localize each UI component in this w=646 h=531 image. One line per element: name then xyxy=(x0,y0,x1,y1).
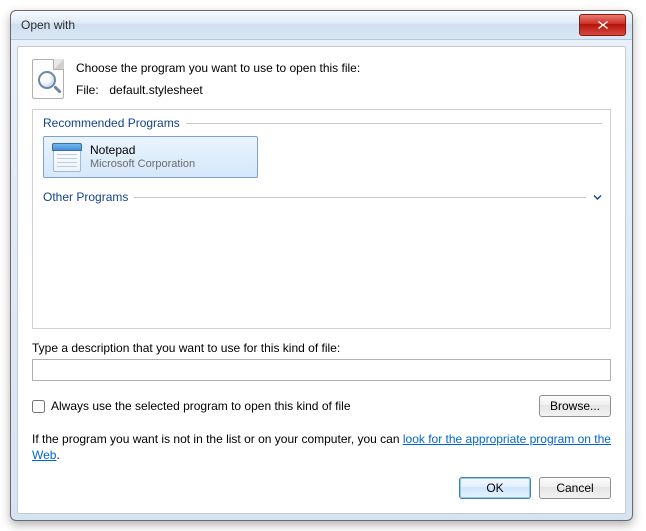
notepad-icon xyxy=(50,141,82,173)
program-vendor: Microsoft Corporation xyxy=(90,158,195,170)
cancel-button[interactable]: Cancel xyxy=(539,477,611,499)
choose-label: Choose the program you want to use to op… xyxy=(76,61,360,75)
other-label: Other Programs xyxy=(43,190,128,204)
chevron-down-icon[interactable] xyxy=(592,192,602,202)
close-icon xyxy=(597,20,609,30)
client-area: Choose the program you want to use to op… xyxy=(17,46,626,514)
ok-button[interactable]: OK xyxy=(459,477,531,499)
help-text: If the program you want is not in the li… xyxy=(32,431,611,463)
other-header[interactable]: Other Programs xyxy=(33,184,610,208)
help-suffix: . xyxy=(56,448,59,462)
description-label: Type a description that you want to use … xyxy=(32,341,611,355)
program-name: Notepad xyxy=(90,144,195,157)
intro-text: Choose the program you want to use to op… xyxy=(76,59,360,99)
open-with-dialog: Open with Choose the program you want to… xyxy=(10,10,633,521)
recommended-label: Recommended Programs xyxy=(43,116,180,130)
always-use-checkbox[interactable] xyxy=(32,400,45,413)
recommended-header: Recommended Programs xyxy=(33,110,610,134)
description-input[interactable] xyxy=(32,359,611,381)
close-button[interactable] xyxy=(579,14,626,36)
window-title: Open with xyxy=(17,18,579,32)
file-label: File: xyxy=(76,83,106,97)
file-name: default.stylesheet xyxy=(109,83,202,97)
programs-list: Recommended Programs Notepad Microsoft C… xyxy=(32,109,611,329)
browse-button[interactable]: Browse... xyxy=(539,395,611,417)
document-search-icon xyxy=(32,59,64,99)
dialog-buttons: OK Cancel xyxy=(32,477,611,499)
program-item-notepad[interactable]: Notepad Microsoft Corporation xyxy=(43,136,258,178)
help-prefix: If the program you want is not in the li… xyxy=(32,432,403,446)
intro: Choose the program you want to use to op… xyxy=(32,59,611,99)
program-text: Notepad Microsoft Corporation xyxy=(90,144,195,169)
always-use-text: Always use the selected program to open … xyxy=(51,399,351,413)
always-use-label[interactable]: Always use the selected program to open … xyxy=(32,399,533,413)
titlebar[interactable]: Open with xyxy=(11,11,632,40)
